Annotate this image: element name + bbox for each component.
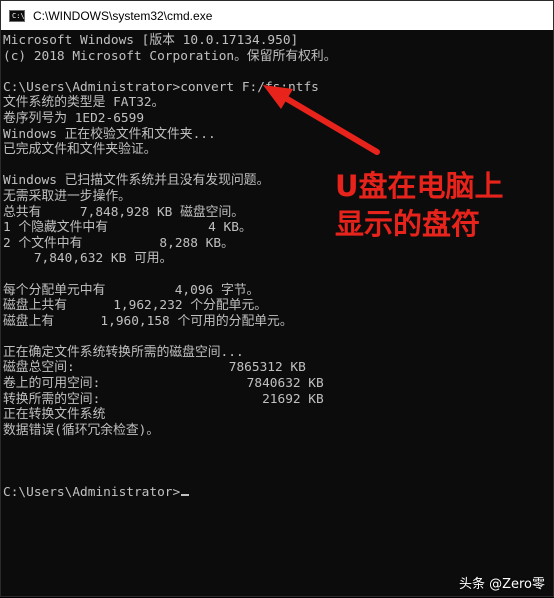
console-line: 已完成文件和文件夹验证。 <box>3 142 157 158</box>
window-title: C:\WINDOWS\system32\cmd.exe <box>33 8 213 23</box>
console-line: 卷序列号为 1ED2-6599 <box>3 110 145 126</box>
console-line: 7,840,632 KB 可用。 <box>3 251 173 267</box>
red-annotation: U盘在电脑上 显示的盘符 <box>335 167 545 243</box>
annotation-line-2: 显示的盘符 <box>335 207 481 241</box>
console-line: 磁盘总空间: 7865312 KB <box>3 360 306 376</box>
annotation-line-1: U盘在电脑上 <box>335 169 504 203</box>
console-line: 磁盘上共有 1,962,232 个分配单元。 <box>3 298 268 314</box>
console-line: 卷上的可用空间: 7840632 KB <box>3 376 324 392</box>
cmd-app-icon: C:\ <box>9 9 25 22</box>
console-line: Microsoft Windows [版本 10.0.17134.950] <box>3 33 299 48</box>
console-line: 磁盘上有 1,960,158 个可用的分配单元。 <box>3 313 293 329</box>
cmd-app-icon-glyph: C:\ <box>12 11 25 20</box>
console-line: C:\Users\Administrator>convert F:/fs:ntf… <box>3 79 319 95</box>
cmd-window: C:\ C:\WINDOWS\system32\cmd.exe Microsof… <box>0 0 554 597</box>
console-line: 数据错误(循环冗余检查)。 <box>3 422 160 438</box>
console-line: (c) 2018 Microsoft Corporation。保留所有权利。 <box>3 48 337 64</box>
console-line: Windows 正在校验文件和文件夹... <box>3 126 216 142</box>
console-line: 正在确定文件系统转换所需的磁盘空间... <box>3 344 244 360</box>
watermark: 头条 @Zero零 <box>458 577 545 592</box>
console-line: 文件系统的类型是 FAT32。 <box>3 95 165 111</box>
console-line: C:\Users\Administrator> <box>3 485 553 501</box>
console-line: 正在转换文件系统 <box>3 407 106 423</box>
title-bar[interactable]: C:\ C:\WINDOWS\system32\cmd.exe <box>1 1 553 30</box>
text-cursor <box>181 494 190 497</box>
console-line: 转换所需的空间: 21692 KB <box>3 391 324 407</box>
console-output[interactable]: Microsoft Windows [版本 10.0.17134.950] (c)… <box>1 30 553 596</box>
console-line: 每个分配单元中有 4,096 字节。 <box>3 282 260 298</box>
